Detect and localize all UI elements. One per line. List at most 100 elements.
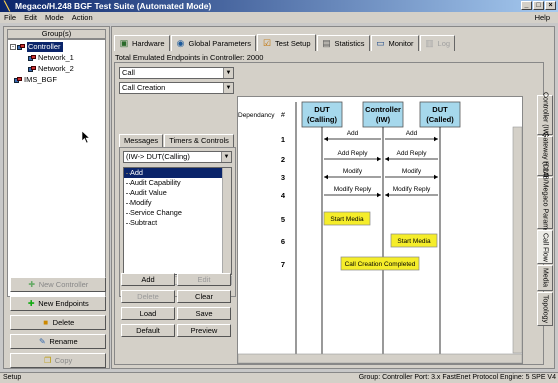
statistics-icon: ▤ — [322, 38, 331, 48]
message-arrow-head — [434, 174, 438, 180]
side-tab[interactable]: Controller (IW) — [537, 92, 553, 138]
row-number: 4 — [281, 191, 286, 200]
tab-monitor[interactable]: ▭ Monitor — [370, 35, 419, 51]
side-tab-label: Call Flow — [541, 232, 549, 262]
menu-action[interactable]: Action — [68, 13, 97, 22]
preview-button[interactable]: Preview — [177, 324, 231, 337]
side-tab[interactable]: Topology — [537, 292, 553, 326]
maximize-button[interactable]: □ — [533, 1, 544, 10]
party-label: DUT — [432, 105, 448, 114]
copy-icon: ❐ — [44, 356, 52, 365]
tree-item-label: IMS_BGF — [24, 75, 57, 84]
save-button[interactable]: Save — [177, 307, 231, 320]
tree-item-controller[interactable]: - Controller — [10, 42, 63, 52]
globe-icon: ◉ — [176, 38, 185, 48]
tab-messages[interactable]: Messages — [119, 134, 164, 147]
message-list-scrollbar[interactable] — [222, 168, 231, 274]
tree-item-network-2[interactable]: Network_2 — [28, 64, 74, 74]
groups-header: Group(s) — [7, 29, 106, 39]
rename-icon: ✎ — [38, 337, 46, 346]
tab-statistics[interactable]: ▤ Statistics — [316, 35, 370, 51]
call-flow-content: Call ▼ Call Creation ▼ Messages Timers &… — [114, 62, 553, 365]
side-tab[interactable]: Call Flow — [537, 230, 553, 264]
minimize-button[interactable]: _ — [521, 1, 532, 10]
row-number-header: # — [281, 112, 285, 119]
default-button[interactable]: Default — [121, 324, 175, 337]
diagram-vscrollbar — [512, 126, 522, 354]
delete-message-button[interactable]: Delete — [121, 290, 175, 303]
message-label: Modify Reply — [334, 186, 372, 193]
tab-hardware[interactable]: ▣ Hardware — [114, 35, 170, 51]
message-arrow-head — [434, 136, 438, 142]
menu-mode[interactable]: Mode — [41, 13, 68, 22]
message-label: Add — [406, 130, 418, 137]
tab-timers-controls[interactable]: Timers & Controls — [164, 134, 234, 147]
party-label: (IW) — [376, 115, 391, 124]
delete-button[interactable]: ■ Delete — [10, 315, 106, 330]
clear-button[interactable]: Clear — [177, 290, 231, 303]
list-item[interactable]: Subtract — [124, 218, 231, 228]
side-tab[interactable]: Media — [537, 265, 553, 291]
message-direction-select[interactable]: (IW-> DUT(Calling) ▼ — [123, 151, 232, 163]
copy-button[interactable]: ❐ Copy — [10, 353, 106, 368]
hardware-icon: ▣ — [119, 38, 129, 48]
group-tree[interactable]: - Controller Network_1 Network_2 IMS_BGF — [7, 39, 106, 297]
list-item[interactable]: Audit Capability — [124, 178, 231, 188]
status-mode: Setup — [3, 374, 22, 381]
message-label: Modify — [343, 168, 363, 175]
tab-global-parameters[interactable]: ◉ Global Parameters — [170, 35, 257, 51]
row-number: 3 — [281, 173, 285, 182]
message-label: Add Reply — [397, 150, 428, 157]
groups-panel: Group(s) - Controller Network_1 Network_… — [3, 26, 110, 369]
title-bar: ╲ Megaco/H.248 BGF Test Suite (Automated… — [0, 0, 558, 12]
row-number: 1 — [281, 135, 285, 144]
app-icon: ╲ — [4, 0, 10, 11]
side-tab[interactable]: H.248/Megaco Parameters — [537, 161, 553, 245]
rename-button[interactable]: ✎ Rename — [10, 334, 106, 349]
message-arrow-head — [385, 156, 389, 162]
status-info: Group: Controller Port: 3.x FastEnet Pro… — [358, 374, 556, 381]
side-tab-label: Topology — [541, 294, 549, 324]
tree-item-ims-bgf[interactable]: IMS_BGF — [14, 75, 57, 85]
list-item[interactable]: Modify — [124, 198, 231, 208]
list-item[interactable]: Service Change — [124, 208, 231, 218]
tree-item-label: Network_2 — [38, 64, 74, 73]
message-list[interactable]: Add Audit Capability Audit Value Modify … — [123, 167, 232, 275]
message-arrow-head — [324, 174, 328, 180]
chevron-down-icon[interactable]: ▼ — [223, 68, 233, 78]
add-button[interactable]: Add — [121, 273, 175, 286]
tree-item-network-1[interactable]: Network_1 — [28, 53, 74, 63]
bgf-icon — [14, 76, 22, 84]
collapse-icon[interactable]: - — [10, 44, 16, 50]
add-icon: ✚ — [27, 299, 35, 308]
list-item[interactable]: Audit Value — [124, 188, 231, 198]
close-button[interactable]: × — [545, 1, 556, 10]
row-number: 6 — [281, 237, 285, 246]
new-controller-button[interactable]: ✚ New Controller — [10, 277, 106, 292]
message-arrow-head — [377, 156, 381, 162]
row-number: 5 — [281, 215, 285, 224]
call-type-select[interactable]: Call ▼ — [119, 67, 234, 79]
menu-edit[interactable]: Edit — [20, 13, 41, 22]
tree-item-label: Controller — [27, 42, 63, 52]
event-label: Start Media — [330, 216, 364, 223]
tab-test-setup[interactable]: ☑ Test Setup — [257, 34, 316, 51]
chevron-down-icon[interactable]: ▼ — [221, 152, 231, 162]
message-label: Modify — [402, 168, 422, 175]
menu-help[interactable]: Help — [531, 13, 554, 22]
party-label: (Calling) — [307, 115, 337, 124]
call-flow-diagram[interactable]: Dependancy # DUT (Calling) Controller (IW) DUT… — [237, 96, 523, 364]
list-item[interactable]: Add — [124, 168, 231, 178]
chevron-down-icon[interactable]: ▼ — [223, 83, 233, 93]
call-flow-select[interactable]: Call Creation ▼ — [119, 82, 234, 94]
party-label: DUT — [314, 105, 330, 114]
message-label: Add — [347, 130, 359, 137]
menu-file[interactable]: File — [0, 13, 20, 22]
load-button[interactable]: Load — [121, 307, 175, 320]
tab-log[interactable]: ▥ Log — [419, 35, 456, 51]
new-endpoints-button[interactable]: ✚ New Endpoints — [10, 296, 106, 311]
message-arrow-head — [385, 192, 389, 198]
edit-button[interactable]: Edit — [177, 273, 231, 286]
status-bar: Setup Group: Controller Port: 3.x FastEn… — [0, 372, 558, 383]
message-label: Modify Reply — [393, 186, 431, 193]
